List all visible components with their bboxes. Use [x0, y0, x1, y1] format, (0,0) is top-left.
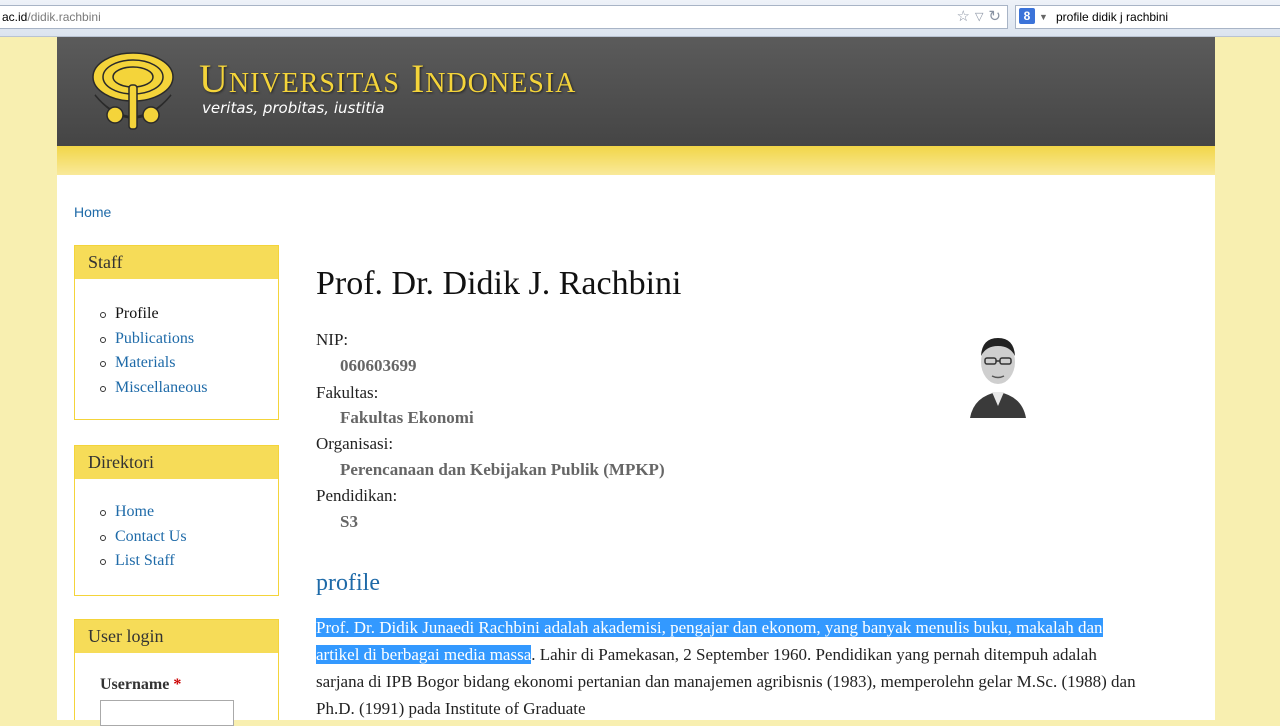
search-query: profile didik j rachbini — [1056, 10, 1169, 24]
user-login-block: User login Username * — [74, 619, 279, 726]
username-label-text: Username — [100, 676, 170, 693]
header-divider — [57, 146, 1215, 175]
site-slogan: veritas, probitas, iustitia — [202, 99, 385, 117]
breadcrumb-home-link[interactable]: Home — [74, 204, 111, 220]
direktori-menu-title: Direktori — [75, 446, 278, 479]
site-name[interactable]: Universitas Indonesia — [199, 55, 576, 102]
search-engine-icon[interactable]: 8 — [1019, 8, 1035, 24]
profile-bio: Prof. Dr. Didik Junaedi Rachbini adalah … — [316, 614, 1146, 722]
menu-item-profile[interactable]: Profile — [75, 302, 278, 327]
site-header: Universitas Indonesia veritas, probitas,… — [57, 37, 1215, 146]
profile-section-heading: profile — [316, 570, 380, 596]
menu-item-list-staff[interactable]: List Staff — [75, 549, 278, 574]
staff-menu-block: Staff Profile Publications Materials Mis… — [74, 245, 279, 420]
username-input[interactable] — [100, 700, 234, 726]
menu-item-contact-us[interactable]: Contact Us — [75, 525, 278, 550]
address-bar[interactable]: ac.id/didik.rachbini ☆ ▽ ↻ — [0, 5, 1008, 29]
profile-photo — [966, 326, 1030, 418]
url-path: /didik.rachbini — [27, 10, 101, 24]
university-logo[interactable] — [85, 45, 181, 139]
bookmark-star-icon[interactable]: ☆ — [957, 6, 970, 28]
menu-item-materials[interactable]: Materials — [75, 351, 278, 376]
menu-item-home[interactable]: Home — [75, 500, 278, 525]
required-mark: * — [173, 676, 182, 693]
direktori-menu-block: Direktori Home Contact Us List Staff — [74, 445, 279, 596]
username-label: Username * — [100, 676, 181, 694]
user-login-title: User login — [75, 620, 278, 653]
fakultas-value: Fakultas Ekonomi — [340, 408, 474, 427]
menu-item-miscellaneous[interactable]: Miscellaneous — [75, 376, 278, 401]
search-box[interactable]: 8 ▼ profile didik j rachbini — [1015, 5, 1280, 29]
fakultas-label: Fakultas: — [316, 383, 379, 402]
staff-menu-title: Staff — [75, 246, 278, 279]
search-engine-dropdown-icon[interactable]: ▼ — [1039, 6, 1048, 28]
url-host: ac.id — [2, 10, 28, 24]
browser-toolbar: ac.id/didik.rachbini ☆ ▽ ↻ 8 ▼ profile d… — [0, 0, 1280, 37]
nip-value: 060603699 — [340, 356, 417, 375]
menu-item-publications[interactable]: Publications — [75, 327, 278, 352]
nip-label: NIP: — [316, 330, 349, 349]
pendidikan-value: S3 — [340, 512, 358, 531]
dropdown-triangle-icon[interactable]: ▽ — [975, 6, 983, 28]
organisasi-label: Organisasi: — [316, 434, 394, 453]
page-title: Prof. Dr. Didik J. Rachbini — [316, 265, 682, 302]
reload-icon[interactable]: ↻ — [988, 6, 1001, 28]
pendidikan-label: Pendidikan: — [316, 486, 398, 505]
organisasi-value: Perencanaan dan Kebijakan Publik (MPKP) — [340, 460, 665, 479]
